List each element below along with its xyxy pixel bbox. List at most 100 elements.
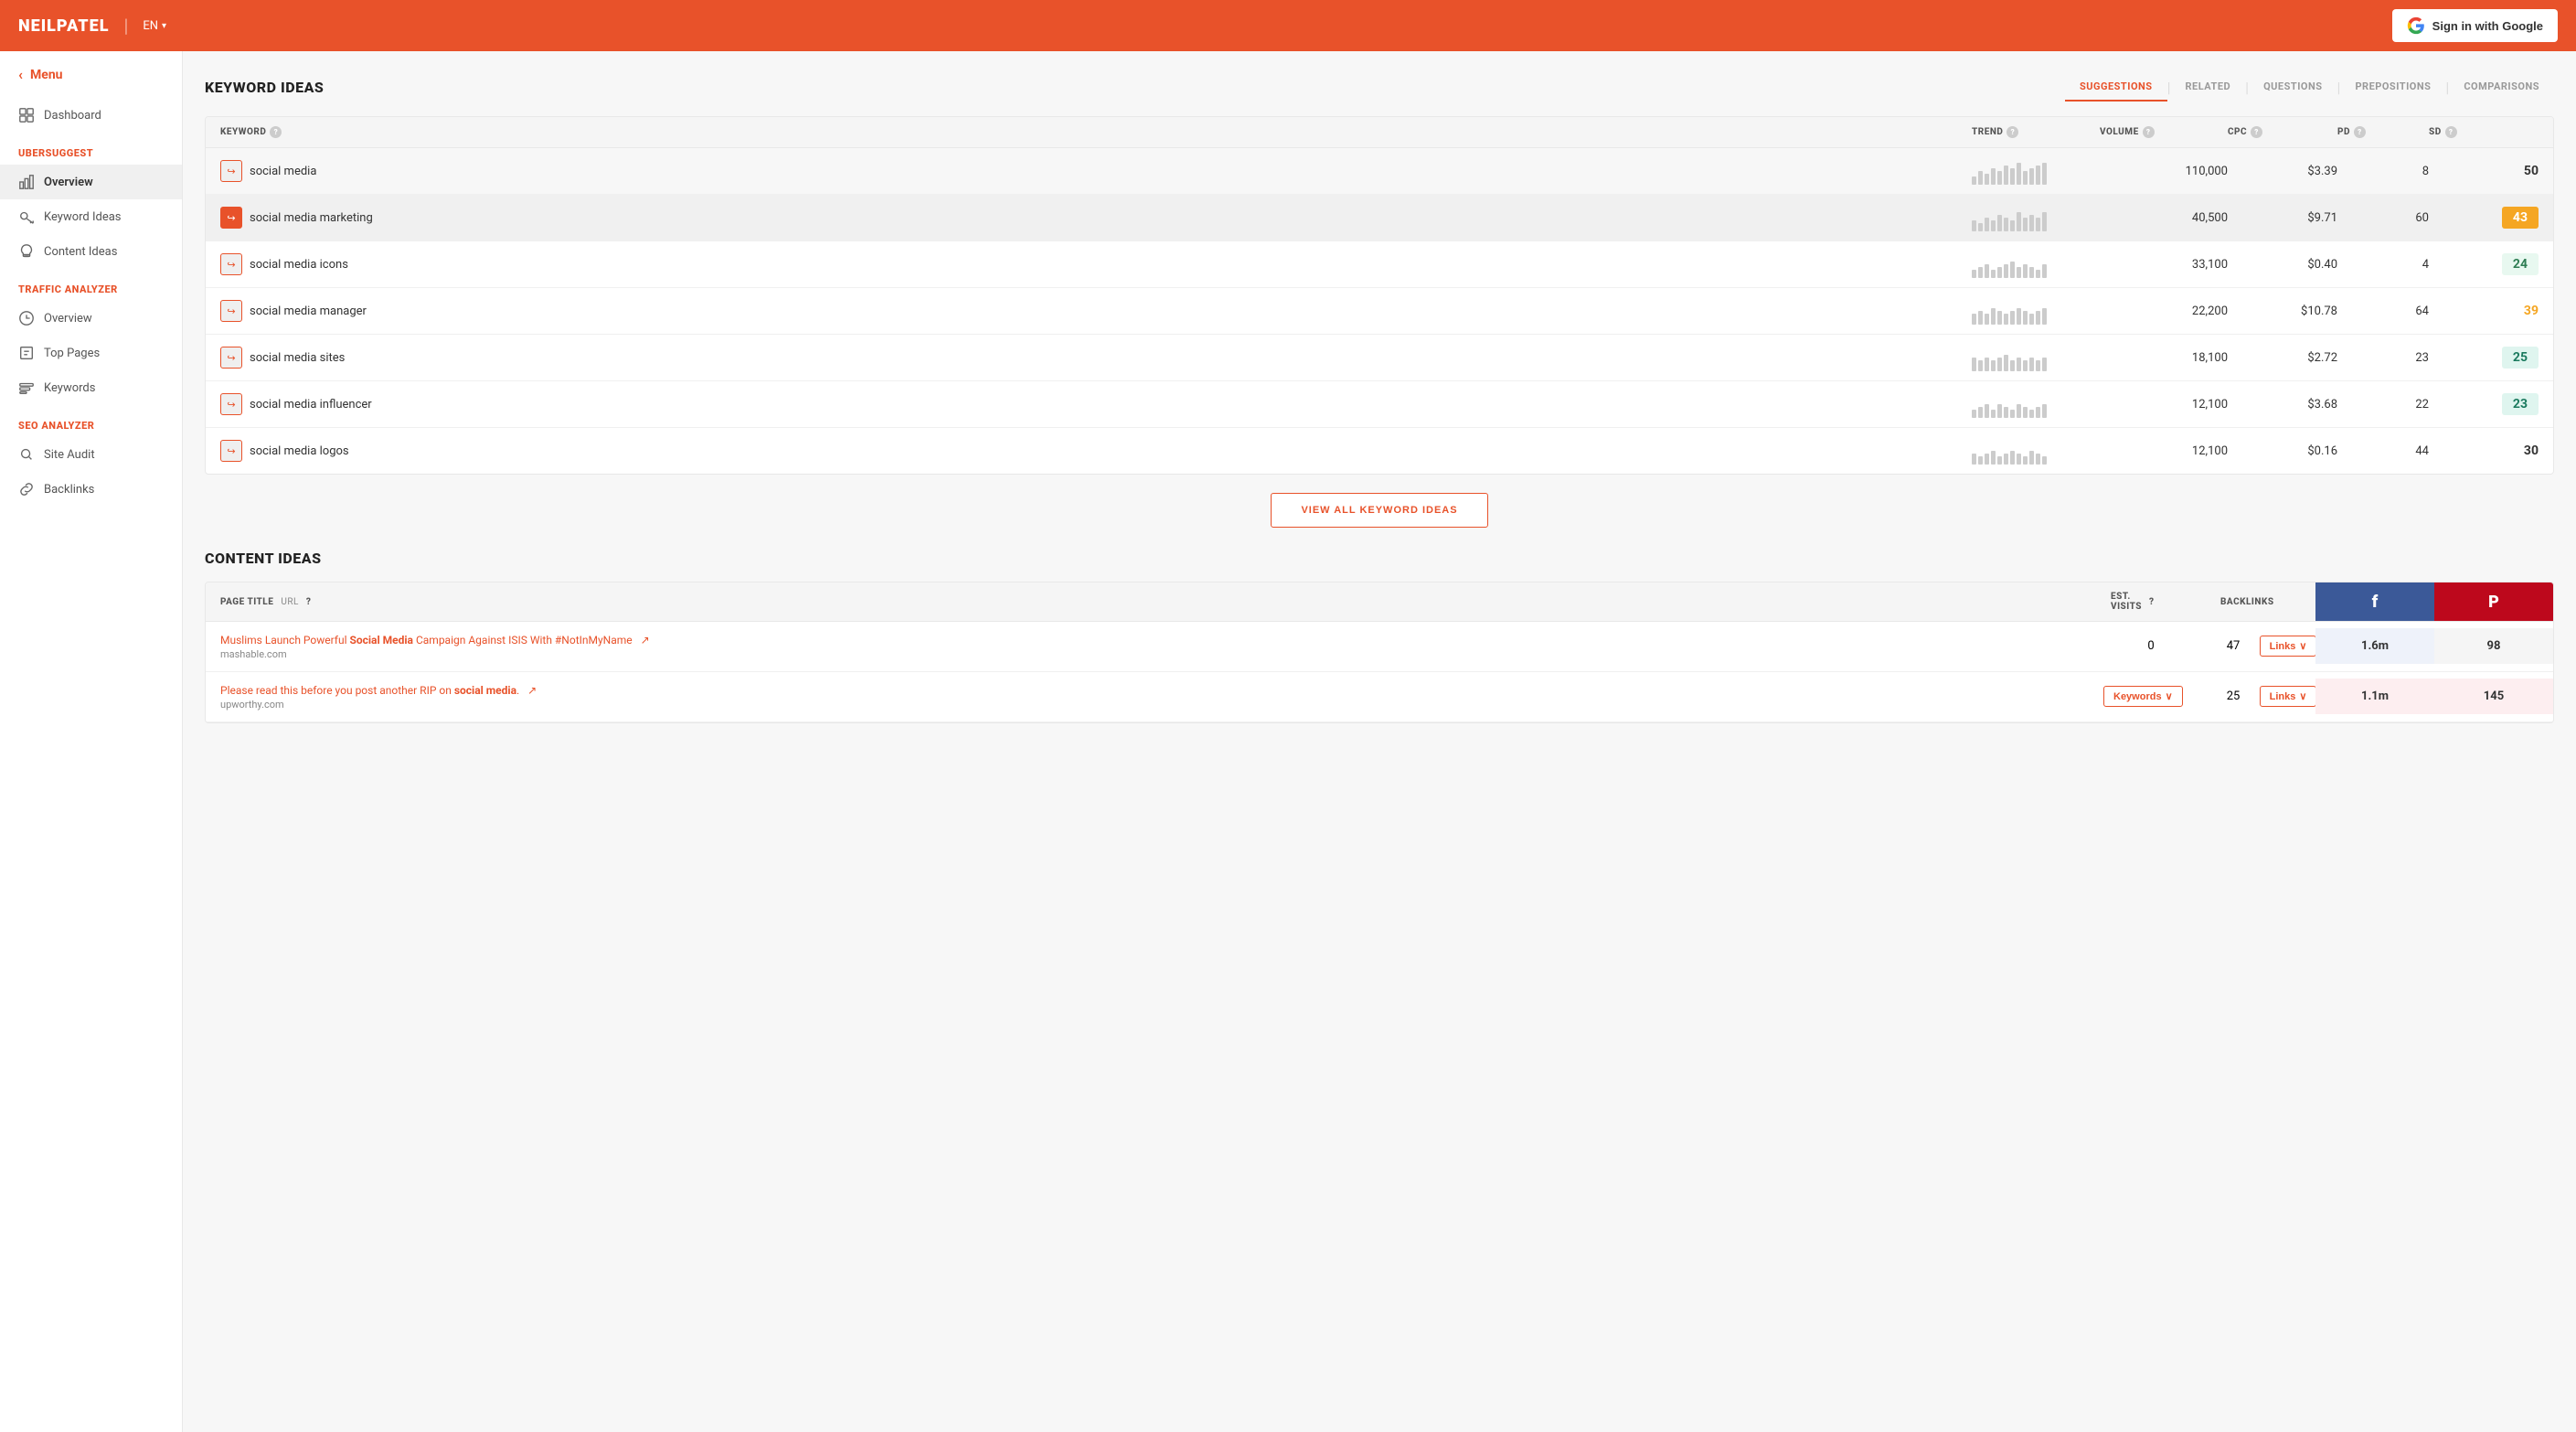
sidebar-item-backlinks[interactable]: Backlinks xyxy=(0,472,182,507)
content-row: Muslims Launch Powerful Social Media Cam… xyxy=(206,622,2553,672)
view-all-keyword-ideas-button[interactable]: VIEW ALL KEYWORD IDEAS xyxy=(1271,493,1487,528)
external-link-icon-2[interactable]: ↗ xyxy=(527,683,537,699)
facebook-icon: f xyxy=(2372,593,2379,612)
keyword-link-btn-6[interactable]: ↪ xyxy=(220,393,242,415)
keyword-cell-1: ↪ social media xyxy=(220,160,1972,182)
sidebar-item-keyword-ideas[interactable]: Keyword Ideas xyxy=(0,199,182,234)
col-backlinks-count: BACKLINKS xyxy=(2206,582,2261,621)
cpc-cell-4: $10.78 xyxy=(2228,305,2337,318)
sidebar-item-overview-1[interactable]: Overview xyxy=(0,165,182,199)
tab-questions[interactable]: QUESTIONS xyxy=(2249,73,2336,102)
nav-divider: | xyxy=(123,15,128,37)
links-btn-container-2: Links ∨ xyxy=(2261,679,2315,714)
main-content: KEYWORD IDEAS SUGGESTIONS | RELATED | QU… xyxy=(183,51,2576,1432)
col-volume: VOLUME ? xyxy=(2100,126,2228,138)
pd-cell-1: 8 xyxy=(2337,165,2429,178)
trend-info-icon[interactable]: ? xyxy=(2007,126,2018,138)
backlinks-count-1: 47 xyxy=(2206,628,2261,664)
backlinks-count-2: 25 xyxy=(2206,679,2261,714)
col-cpc: CPC ? xyxy=(2228,126,2337,138)
keyword-link-btn-5[interactable]: ↪ xyxy=(220,347,242,369)
content-title-2: Please read this before you post another… xyxy=(206,672,2096,721)
keyword-link-btn-7[interactable]: ↪ xyxy=(220,440,242,462)
visits-info-icon[interactable]: ? xyxy=(2149,597,2155,607)
volume-cell-5: 18,100 xyxy=(2100,351,2228,365)
trend-bars-5 xyxy=(1972,344,2100,371)
keyword-cell-4: ↪ social media manager xyxy=(220,300,1972,322)
keyword-table-header: KEYWORD ? TREND ? VOLUME ? CPC ? PD ? SD… xyxy=(206,117,2553,148)
cpc-cell-1: $3.39 xyxy=(2228,165,2337,178)
seo-section-title: SEO ANALYZER xyxy=(0,405,182,437)
visits-2: Keywords ∨ xyxy=(2096,675,2206,718)
lang-selector[interactable]: EN ▾ xyxy=(143,19,166,33)
keyword-link-btn-2[interactable]: ↪ xyxy=(220,207,242,229)
links-btn-container-1: Links ∨ xyxy=(2261,628,2315,664)
keyword-link-btn-1[interactable]: ↪ xyxy=(220,160,242,182)
overview1-label: Overview xyxy=(44,176,93,189)
sidebar-item-overview-2[interactable]: Overview xyxy=(0,301,182,336)
content-row: Please read this before you post another… xyxy=(206,672,2553,722)
volume-cell-6: 12,100 xyxy=(2100,398,2228,411)
col-keyword: KEYWORD ? xyxy=(220,126,1972,138)
tab-prepositions[interactable]: PREPOSITIONS xyxy=(2340,73,2445,102)
sign-in-button[interactable]: Sign in with Google xyxy=(2392,9,2558,42)
keyword-text-4: social media manager xyxy=(250,305,367,318)
fb-shares-1: 1.6m xyxy=(2315,628,2434,664)
col-pinterest: P xyxy=(2434,582,2553,621)
pd-cell-6: 22 xyxy=(2337,398,2429,411)
keywords-icon xyxy=(18,379,35,396)
trend-cell-1 xyxy=(1972,157,2100,185)
sd-cell-7: 30 xyxy=(2429,443,2539,458)
sidebar-menu-toggle[interactable]: ‹ Menu xyxy=(0,51,182,98)
keyword-text-5: social media sites xyxy=(250,351,345,365)
chart-icon xyxy=(18,174,35,190)
tab-related[interactable]: RELATED xyxy=(2171,73,2246,102)
volume-info-icon[interactable]: ? xyxy=(2143,126,2155,138)
pd-info-icon[interactable]: ? xyxy=(2354,126,2366,138)
keyword-ideas-header: KEYWORD IDEAS SUGGESTIONS | RELATED | QU… xyxy=(205,73,2554,102)
chart2-icon xyxy=(18,310,35,326)
keyword-info-icon[interactable]: ? xyxy=(270,126,282,138)
cpc-cell-6: $3.68 xyxy=(2228,398,2337,411)
keyword-link-btn-4[interactable]: ↪ xyxy=(220,300,242,322)
sidebar-item-content-ideas[interactable]: Content Ideas xyxy=(0,234,182,269)
audit-icon xyxy=(18,446,35,463)
sd-cell-3: 24 xyxy=(2429,257,2539,272)
view-all-container: VIEW ALL KEYWORD IDEAS xyxy=(205,493,2554,528)
keyword-link-btn-3[interactable]: ↪ xyxy=(220,253,242,275)
volume-cell-4: 22,200 xyxy=(2100,305,2228,318)
keywords-button-2[interactable]: Keywords ∨ xyxy=(2103,686,2183,707)
tab-suggestions[interactable]: SUGGESTIONS xyxy=(2065,73,2167,102)
sidebar-item-keywords[interactable]: Keywords xyxy=(0,370,182,405)
keyword-cell-7: ↪ social media logos xyxy=(220,440,1972,462)
site-audit-label: Site Audit xyxy=(44,448,95,462)
back-arrow-icon: ‹ xyxy=(18,66,23,83)
cpc-cell-7: $0.16 xyxy=(2228,444,2337,458)
sidebar-item-site-audit[interactable]: Site Audit xyxy=(0,437,182,472)
chevron-icon: ∨ xyxy=(2299,640,2306,652)
pd-cell-4: 64 xyxy=(2337,305,2429,318)
sign-in-label: Sign in with Google xyxy=(2432,19,2543,33)
cpc-info-icon[interactable]: ? xyxy=(2251,126,2262,138)
link-icon xyxy=(18,481,35,497)
volume-cell-1: 110,000 xyxy=(2100,165,2228,178)
page-title-info-icon[interactable]: ? xyxy=(306,597,312,607)
sidebar-item-top-pages[interactable]: Top Pages xyxy=(0,336,182,370)
sd-cell-1: 50 xyxy=(2429,164,2539,178)
sd-info-icon[interactable]: ? xyxy=(2445,126,2457,138)
cpc-cell-3: $0.40 xyxy=(2228,258,2337,272)
content-ideas-header: CONTENT IDEAS xyxy=(205,550,2554,567)
col-page-title: PAGE TITLEURL ? xyxy=(206,582,2096,621)
chevron-down-icon: ▾ xyxy=(162,21,166,31)
links-button-2[interactable]: Links ∨ xyxy=(2260,686,2317,707)
external-link-icon-1[interactable]: ↗ xyxy=(641,633,650,648)
sidebar-item-dashboard[interactable]: Dashboard xyxy=(0,98,182,133)
menu-label: Menu xyxy=(30,68,63,82)
links-button-1[interactable]: Links ∨ xyxy=(2260,636,2317,657)
keyword-cell-5: ↪ social media sites xyxy=(220,347,1972,369)
col-est-visits: EST.VISITS ? xyxy=(2096,582,2206,621)
content-ideas-title: CONTENT IDEAS xyxy=(205,550,2554,567)
chevron-icon-3: ∨ xyxy=(2299,690,2306,702)
col-facebook: f xyxy=(2315,582,2434,621)
tab-comparisons[interactable]: COMPARISONS xyxy=(2449,73,2554,102)
